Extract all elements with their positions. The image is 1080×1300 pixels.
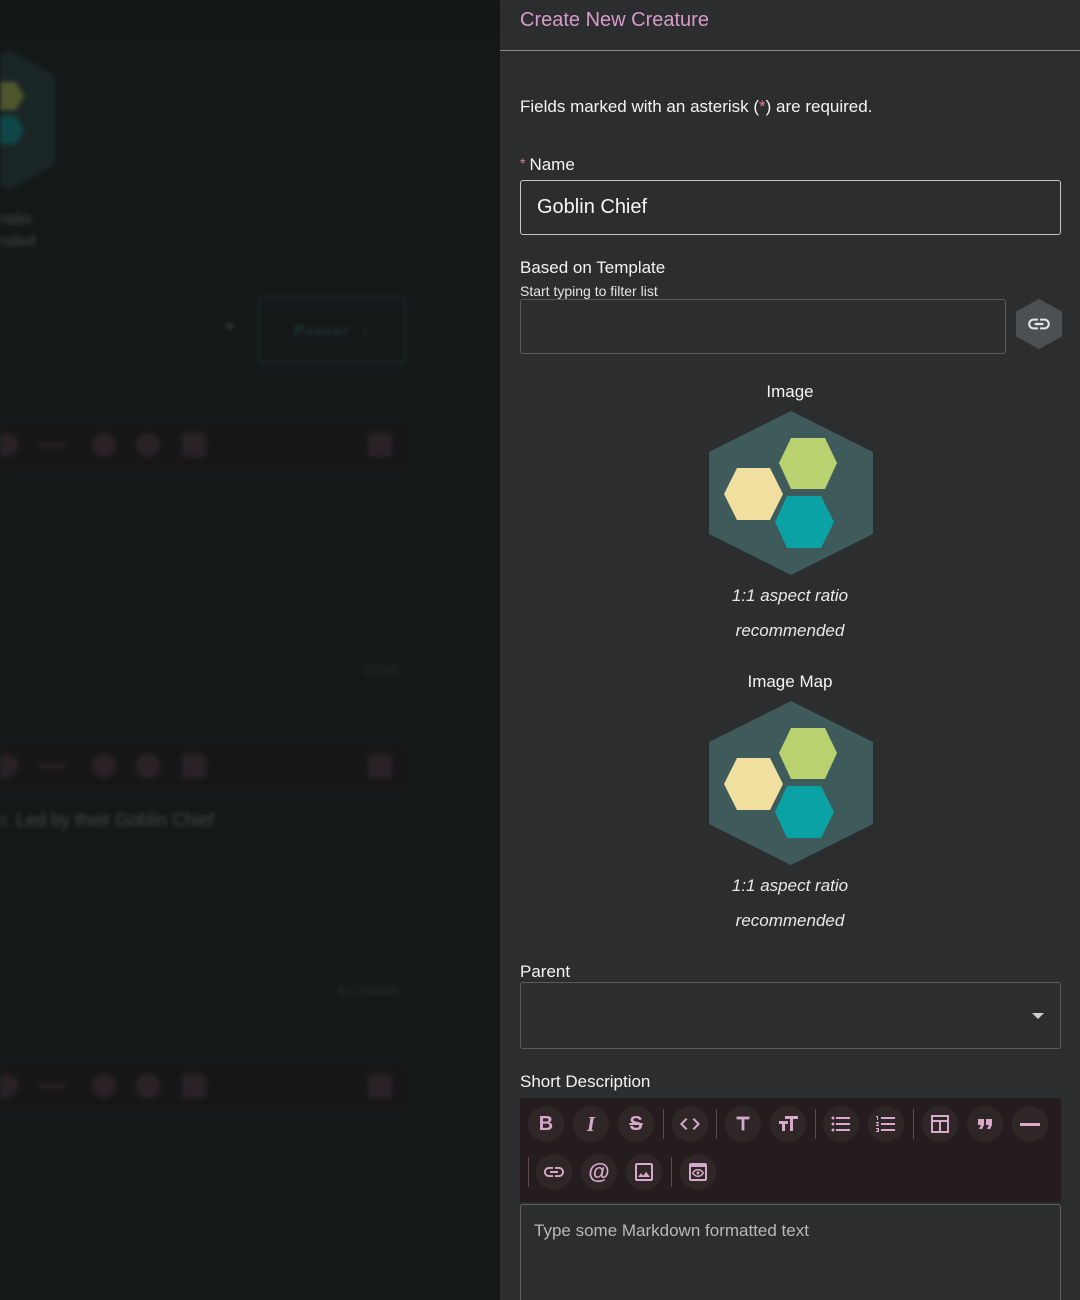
- image-icon: [635, 1163, 653, 1181]
- ratio-note-line: 1:1 aspect ratio: [731, 586, 849, 605]
- strikethrough-button[interactable]: S: [618, 1106, 654, 1142]
- image-label: Image: [766, 382, 814, 401]
- background-creature-image: [0, 50, 55, 190]
- background-counter: 0/100: [362, 662, 400, 679]
- required-note-prefix: Fields marked with an asterisk (: [520, 97, 760, 116]
- code-icon: [680, 1118, 700, 1130]
- strikethrough-icon: S: [629, 1112, 643, 1135]
- code-button[interactable]: [672, 1106, 708, 1142]
- quote-button[interactable]: [967, 1106, 1003, 1142]
- background-ratio-text: ratio: [0, 211, 32, 228]
- table-icon: [931, 1115, 949, 1133]
- toolbar-separator: [913, 1109, 914, 1139]
- background-ratio-text: nded: [0, 233, 36, 250]
- toolbar-separator: [663, 1109, 664, 1139]
- background-counter: 61/10000: [337, 983, 400, 1000]
- horizontal-rule-icon: [1020, 1122, 1040, 1126]
- toolbar-separator: [528, 1157, 529, 1187]
- required-asterisk: *: [520, 155, 526, 171]
- name-input[interactable]: [520, 180, 1061, 235]
- image-ratio-note: 1:1 aspect ratio recommended: [500, 578, 1080, 648]
- required-fields-note: Fields marked with an asterisk (*) are r…: [520, 97, 872, 117]
- template-hint: Start typing to filter list: [520, 283, 658, 299]
- toolbar-separator: [716, 1109, 717, 1139]
- ratio-note-line: recommended: [735, 911, 845, 930]
- markdown-toolbar: B I S @: [520, 1098, 1061, 1202]
- background-toolbar: [0, 1061, 408, 1111]
- heading-button[interactable]: [725, 1106, 761, 1142]
- chevron-down-icon: [1032, 1013, 1044, 1019]
- image-map-ratio-note: 1:1 aspect ratio recommended: [500, 868, 1080, 938]
- background-description-text: e. Led by their Goblin Chief: [0, 810, 215, 830]
- image-map-upload[interactable]: [709, 701, 873, 865]
- bold-button[interactable]: B: [528, 1106, 564, 1142]
- bullet-list-button[interactable]: [823, 1106, 859, 1142]
- create-creature-panel: Create New Creature Fields marked with a…: [500, 0, 1080, 1300]
- name-label-text: Name: [529, 155, 575, 174]
- background-editor: [0, 1113, 410, 1300]
- bold-icon: B: [538, 1112, 554, 1135]
- title-divider: [500, 50, 1080, 51]
- heading-icon: [736, 1116, 750, 1131]
- italic-button[interactable]: I: [573, 1106, 609, 1142]
- italic-icon: I: [586, 1111, 596, 1136]
- mention-icon: @: [588, 1159, 610, 1184]
- required-asterisk: *: [759, 97, 766, 116]
- link-icon: [1028, 318, 1050, 330]
- image-map-label: Image Map: [747, 672, 833, 691]
- background-parent-label: Parent: [294, 322, 351, 338]
- horizontal-rule-button[interactable]: [1012, 1106, 1048, 1142]
- background-toolbar: [0, 741, 408, 791]
- parent-select[interactable]: [520, 982, 1061, 1049]
- toolbar-separator: [815, 1109, 816, 1139]
- mention-button[interactable]: @: [581, 1154, 617, 1190]
- toolbar-separator: [671, 1157, 672, 1187]
- heading-size-icon: [779, 1116, 798, 1131]
- name-label: * Name: [520, 155, 575, 175]
- panel-title: Create New Creature: [520, 9, 709, 31]
- bullet-list-icon: [831, 1116, 850, 1132]
- background-toolbar: [0, 420, 408, 470]
- image-button[interactable]: [626, 1154, 662, 1190]
- table-button[interactable]: [922, 1106, 958, 1142]
- ratio-note-line: 1:1 aspect ratio: [731, 876, 849, 895]
- preview-icon: [689, 1163, 707, 1181]
- numbered-list-icon: [876, 1116, 895, 1132]
- link-template-button[interactable]: [1016, 299, 1062, 349]
- background-editor: [0, 472, 410, 650]
- ratio-note-line: recommended: [735, 621, 845, 640]
- background-parent-select: [0, 300, 245, 361]
- creature-image-upload[interactable]: [709, 411, 873, 575]
- chevron-right-icon: ›: [362, 322, 370, 338]
- background-parent-button: Parent ›: [258, 296, 406, 364]
- short-description-editor[interactable]: [520, 1204, 1061, 1300]
- preview-button[interactable]: [680, 1154, 716, 1190]
- link-icon: [544, 1167, 564, 1177]
- parent-label: Parent: [520, 962, 571, 981]
- short-description-label: Short Description: [520, 1072, 651, 1091]
- background-header: [0, 0, 500, 38]
- background-page: ratio nded Parent › 0/100 e. Led by thei…: [0, 0, 500, 1300]
- heading-size-button[interactable]: [770, 1106, 806, 1142]
- template-input[interactable]: [520, 299, 1006, 354]
- required-note-suffix: ) are required.: [765, 97, 873, 116]
- template-label: Based on Template: [520, 258, 666, 277]
- numbered-list-button[interactable]: [868, 1106, 904, 1142]
- link-button[interactable]: [536, 1154, 572, 1190]
- quote-icon: [978, 1119, 992, 1129]
